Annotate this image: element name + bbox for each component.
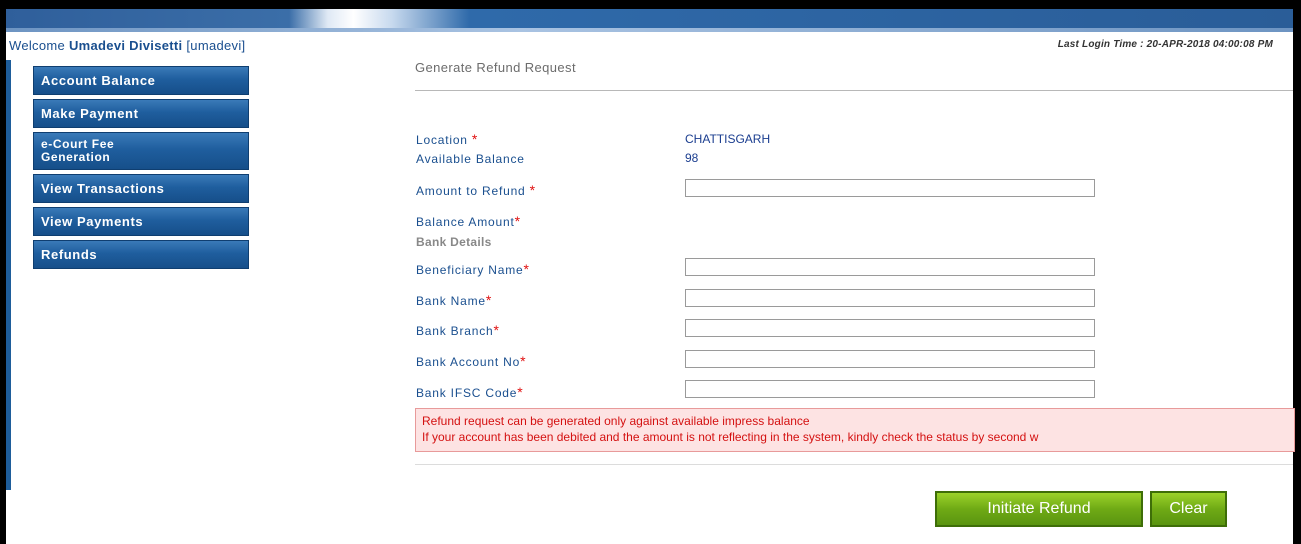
bank-details-heading: Bank Details [416,235,492,249]
welcome-prefix: Welcome [9,38,66,53]
left-accent-bar [6,60,11,490]
amount-label-text: Amount to Refund [416,184,526,198]
bank-ifsc-label: Bank IFSC Code* [416,384,524,400]
available-balance-label: Available Balance [416,152,525,166]
bank-branch-label-text: Bank Branch [416,324,494,338]
notice-line-1: Refund request can be generated only aga… [422,414,810,428]
sidebar: Account Balance Make Payment e-Court Fee… [33,66,249,273]
username: [umadevi] [186,38,246,53]
sidebar-item-refunds[interactable]: Refunds [33,240,249,269]
bank-account-no-label: Bank Account No* [416,353,526,369]
bank-name-label: Bank Name* [416,292,492,308]
sidebar-item-make-payment[interactable]: Make Payment [33,99,249,128]
sidebar-item-account-balance[interactable]: Account Balance [33,66,249,95]
welcome-message: Welcome Umadevi Divisetti [umadevi] [9,38,245,53]
sidebar-item-label: e-Court Fee Generation [41,137,115,164]
header-stripe [6,28,1293,32]
required-marker: * [523,261,530,277]
bank-ifsc-input[interactable] [685,380,1095,398]
ifsc-label-text: Bank IFSC Code [416,386,518,400]
required-marker: * [514,213,521,229]
sidebar-item-view-payments[interactable]: View Payments [33,207,249,236]
balance-amount-label: Balance Amount* [416,213,521,229]
bank-name-input[interactable] [685,289,1095,307]
amount-to-refund-label: Amount to Refund * [416,182,536,198]
bank-name-label-text: Bank Name [416,294,486,308]
user-display-name: Umadevi Divisetti [68,38,183,53]
bank-branch-label: Bank Branch* [416,322,500,338]
refund-notice: Refund request can be generated only aga… [415,408,1295,452]
page-title: Generate Refund Request [415,60,576,75]
balance-amount-label-text: Balance Amount [416,215,515,229]
required-marker: * [485,292,493,308]
notice-line-2: If your account has been debited and the… [422,430,1039,444]
available-balance-value: 98 [685,151,699,165]
required-marker: * [520,353,527,369]
form-divider [415,464,1293,465]
last-login-time: Last Login Time : 20-APR-2018 04:00:08 P… [1057,39,1273,50]
sidebar-item-ecourt-fee[interactable]: e-Court Fee Generation [33,132,249,170]
amount-to-refund-input[interactable] [685,179,1095,197]
bank-account-no-input[interactable] [685,350,1095,368]
bank-branch-input[interactable] [685,319,1095,337]
location-label: Location * [416,131,478,147]
beneficiary-name-label: Beneficiary Name* [416,261,530,277]
required-marker: * [529,182,536,198]
account-no-label-text: Bank Account No [416,355,521,369]
window-frame-top [0,0,1301,9]
required-marker: * [471,131,479,147]
beneficiary-name-input[interactable] [685,258,1095,276]
heading-divider [415,90,1293,91]
location-label-text: Location [416,133,468,147]
beneficiary-label-text: Beneficiary Name [416,263,524,277]
window-frame-right [1293,0,1301,544]
initiate-refund-button[interactable]: Initiate Refund [935,491,1143,527]
location-value: CHATTISGARH [685,132,771,146]
required-marker: * [517,384,524,400]
clear-button[interactable]: Clear [1150,491,1227,527]
sidebar-item-view-transactions[interactable]: View Transactions [33,174,249,203]
required-marker: * [493,322,500,338]
